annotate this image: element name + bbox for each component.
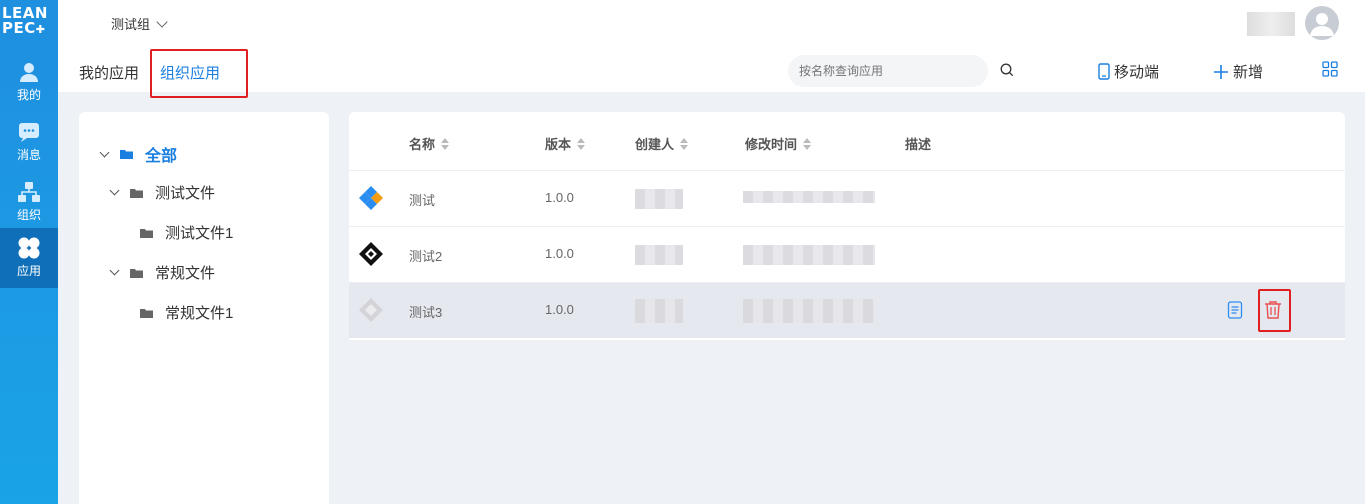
tab-my-apps[interactable]: 我的应用 (79, 62, 139, 83)
message-icon (19, 123, 39, 142)
sidebar-item-label: 组织 (16, 208, 41, 222)
tree-node-leaf[interactable]: 测试文件1 (140, 222, 233, 243)
sidebar-item-apps[interactable]: 应用 (0, 228, 58, 288)
mobile-button[interactable]: 移动端 (1098, 61, 1159, 82)
creator-blurred (635, 299, 683, 323)
tree-node-label: 测试文件 (155, 185, 216, 202)
add-button[interactable]: 新增 (1213, 61, 1263, 82)
apps-icon (18, 237, 40, 259)
app-name[interactable]: 测试 (409, 190, 435, 209)
trash-icon[interactable] (1263, 300, 1283, 320)
modified-blurred (743, 299, 875, 323)
sort-icon[interactable] (680, 137, 689, 150)
sidebar-item-label: 我的 (16, 88, 41, 102)
folder-icon (130, 268, 143, 278)
app-version: 1.0.0 (545, 190, 574, 205)
apps-table: 名称 版本 创建人 修改时间 描述 测试 1.0.0 测试2 1.0.0 测试3… (349, 112, 1345, 340)
grid-view-icon[interactable] (1322, 61, 1338, 77)
mobile-icon (1098, 63, 1110, 80)
table-row[interactable]: 测试3 1.0.0 (349, 282, 1345, 338)
tree-node-label: 全部 (145, 148, 178, 165)
username-blurred (1247, 12, 1295, 36)
column-header-version[interactable]: 版本 (545, 134, 586, 153)
diamond-gray-icon (359, 298, 383, 322)
sort-icon[interactable] (441, 137, 450, 150)
tree-node-folder[interactable]: 常规文件 (109, 262, 216, 283)
tree-node-label: 常规文件1 (165, 305, 234, 322)
plus-icon (1214, 64, 1228, 79)
sidebar-item-mine[interactable]: 我的 (0, 52, 58, 110)
logo: LEAN PEC✚ (2, 6, 56, 40)
table-row[interactable]: 测试2 1.0.0 (349, 226, 1345, 282)
chevron-down-icon[interactable] (99, 147, 110, 157)
group-selector[interactable]: 测试组 (111, 14, 168, 33)
creator-blurred (635, 245, 683, 265)
sort-icon[interactable] (803, 137, 812, 150)
add-label: 新增 (1233, 64, 1264, 81)
avatar[interactable] (1305, 6, 1339, 40)
folder-icon (140, 228, 153, 238)
column-header-name[interactable]: 名称 (409, 134, 450, 153)
column-header-description: 描述 (905, 137, 932, 152)
sidebar-item-org[interactable]: 组织 (0, 172, 58, 230)
sidebar-item-label: 应用 (16, 264, 41, 278)
chevron-down-icon (156, 16, 168, 28)
folder-icon (120, 150, 133, 159)
tree-node-leaf[interactable]: 常规文件1 (140, 302, 233, 323)
tree-node-root[interactable]: 全部 (99, 142, 178, 166)
diamond-orange-blue-icon (359, 186, 383, 210)
column-header-creator[interactable]: 创建人 (635, 134, 689, 153)
search-icon[interactable] (1000, 63, 1014, 77)
app-name[interactable]: 测试2 (409, 246, 442, 265)
column-header-modified[interactable]: 修改时间 (745, 134, 812, 153)
chevron-down-icon[interactable] (109, 265, 120, 276)
folder-icon (130, 188, 143, 198)
sidebar-item-label: 消息 (16, 148, 41, 162)
group-name: 测试组 (111, 17, 151, 32)
tree-node-label: 测试文件1 (165, 225, 234, 242)
modified-blurred (743, 245, 875, 265)
org-icon (18, 182, 40, 202)
diamond-black-icon (359, 242, 383, 266)
app-version: 1.0.0 (545, 246, 574, 261)
search-input[interactable] (788, 55, 988, 87)
sort-icon[interactable] (577, 137, 586, 150)
app-name[interactable]: 测试3 (409, 302, 442, 321)
table-row[interactable]: 测试 1.0.0 (349, 170, 1345, 226)
user-icon (20, 63, 38, 82)
avatar-icon (1310, 13, 1334, 36)
mobile-label: 移动端 (1114, 64, 1160, 81)
highlight-box (150, 49, 248, 98)
sidebar-item-messages[interactable]: 消息 (0, 112, 58, 170)
top-header: 测试组 我的应用 组织应用 移动端 新增 (58, 0, 1365, 98)
document-icon[interactable] (1227, 301, 1243, 319)
folder-tree: 全部 测试文件 测试文件1 常规文件 常规文件1 (79, 112, 329, 504)
app-version: 1.0.0 (545, 302, 574, 317)
creator-blurred (635, 189, 683, 209)
sidebar: LEAN PEC✚ 我的 消息 组织 应用 (0, 0, 58, 504)
logo-line2: PEC✚ (2, 19, 46, 37)
modified-blurred (743, 191, 875, 203)
tree-node-folder[interactable]: 测试文件 (109, 182, 216, 203)
folder-icon (140, 308, 153, 318)
chevron-down-icon[interactable] (109, 185, 120, 196)
tree-node-label: 常规文件 (155, 265, 216, 282)
